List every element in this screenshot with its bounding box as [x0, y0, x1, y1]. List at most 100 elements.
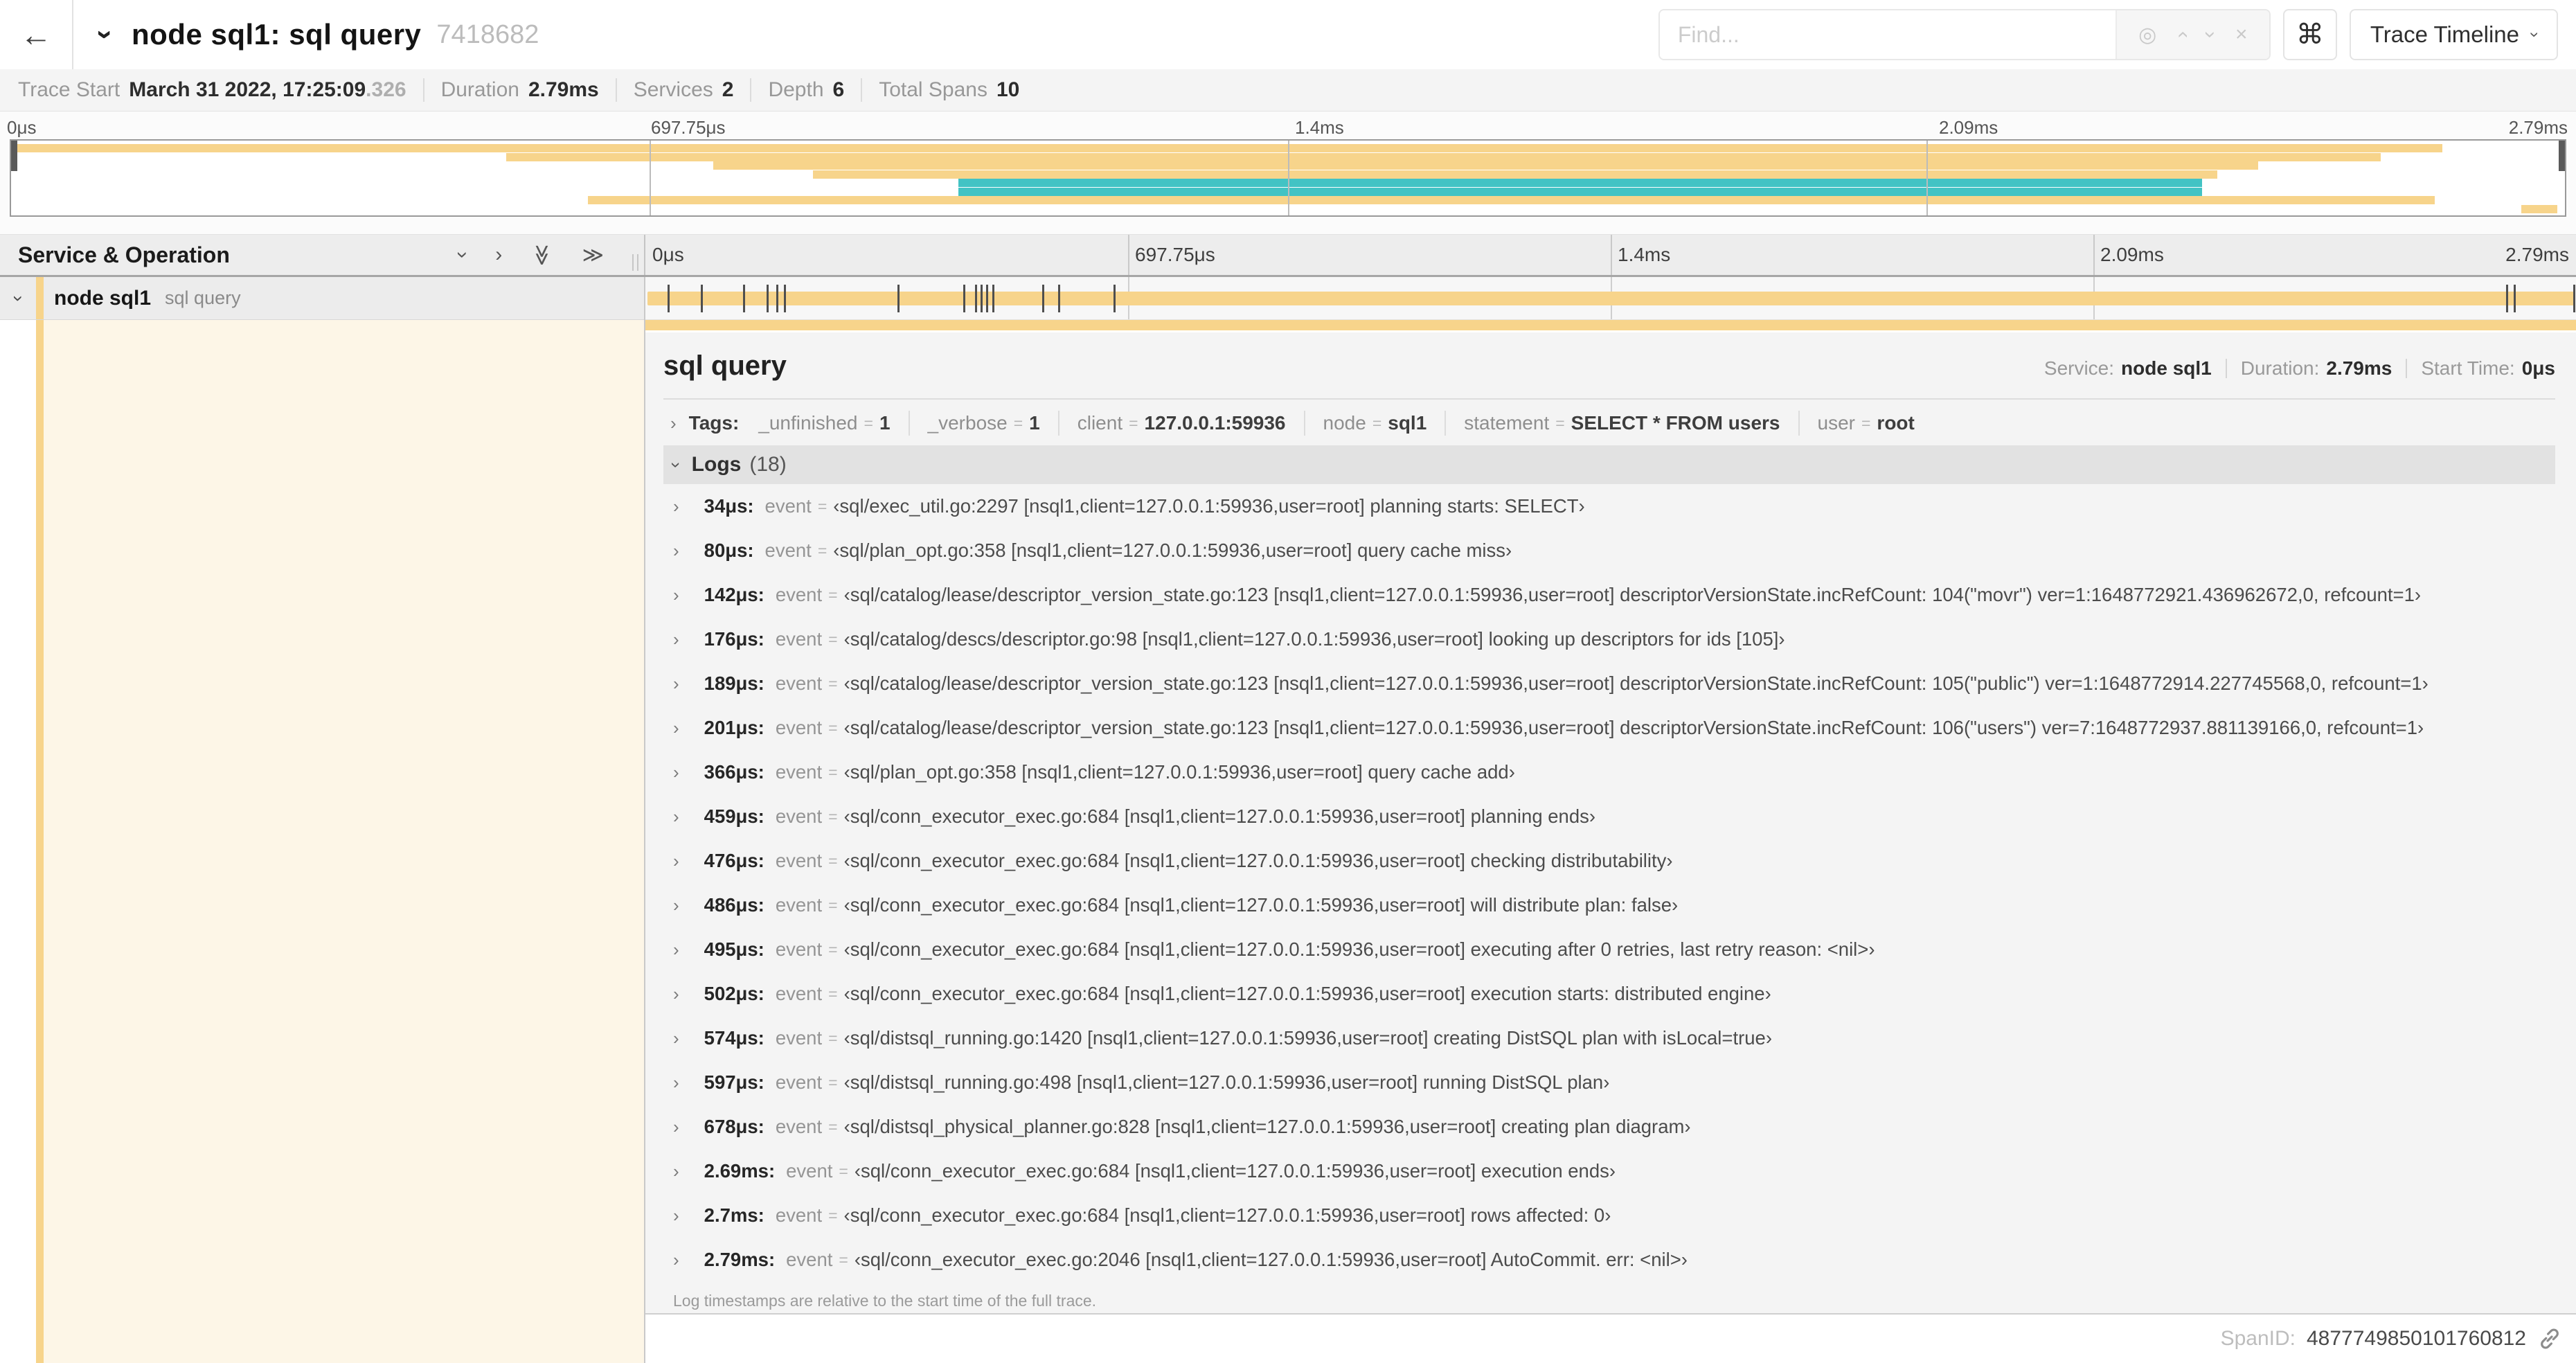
- log-expand-chevron-icon[interactable]: ›: [673, 1072, 679, 1094]
- log-expand-chevron-icon[interactable]: ›: [673, 895, 679, 916]
- prev-match-icon[interactable]: ›: [2170, 31, 2194, 38]
- minimap-right-scrubber-handle[interactable]: [2559, 141, 2565, 171]
- log-entry-row[interactable]: › 486μs: event = ‹sql/conn_executor_exec.go:…: [663, 883, 2555, 927]
- log-entry-row[interactable]: › 597μs: event = ‹sql/distsql_running.go:498…: [663, 1060, 2555, 1105]
- summary-value: 6: [832, 78, 845, 101]
- log-expand-chevron-icon[interactable]: ›: [673, 718, 679, 739]
- log-expand-chevron-icon[interactable]: ›: [673, 673, 679, 695]
- minimap-tick-label: 2.79ms: [2508, 117, 2568, 138]
- log-expand-chevron-icon[interactable]: ›: [673, 629, 679, 650]
- minimap-gridline: [1288, 141, 1289, 215]
- log-expand-chevron-icon[interactable]: ›: [673, 806, 679, 828]
- log-expand-chevron-icon[interactable]: ›: [673, 496, 679, 517]
- log-marker[interactable]: [776, 285, 778, 312]
- log-equals: =: [828, 896, 838, 914]
- divider: [908, 411, 910, 436]
- log-marker[interactable]: [783, 285, 786, 312]
- log-entry-row[interactable]: › 2.79ms: event = ‹sql/conn_executor_exec.go…: [663, 1238, 2555, 1282]
- view-selector-button[interactable]: Trace Timeline ›: [2349, 9, 2558, 60]
- log-marker[interactable]: [1113, 285, 1116, 312]
- log-timestamp: 597μs:: [704, 1071, 764, 1093]
- log-expand-chevron-icon[interactable]: ›: [673, 540, 679, 562]
- detail-row-tint: [44, 320, 644, 1363]
- log-entry-row[interactable]: › 189μs: event = ‹sql/catalog/lease/descript…: [663, 661, 2555, 706]
- log-expand-chevron-icon[interactable]: ›: [673, 1249, 679, 1271]
- logs-footnote: Log timestamps are relative to the start…: [673, 1292, 1097, 1310]
- log-marker[interactable]: [981, 285, 983, 312]
- span-collapse-chevron-icon[interactable]: ›: [8, 295, 29, 301]
- tags-expand-chevron-icon[interactable]: ›: [670, 413, 677, 434]
- log-expand-chevron-icon[interactable]: ›: [673, 1116, 679, 1138]
- back-button[interactable]: ←: [0, 0, 73, 69]
- log-marker[interactable]: [986, 285, 989, 312]
- minimap-tick-label: 2.09ms: [1939, 117, 1998, 138]
- log-entry-row[interactable]: › 476μs: event = ‹sql/conn_executor_exec.go:…: [663, 839, 2555, 883]
- span-row-name-cell[interactable]: › node sql1 sql query: [0, 277, 644, 320]
- log-marker[interactable]: [963, 285, 966, 312]
- log-marker[interactable]: [1057, 285, 1060, 312]
- log-field-key: event: [775, 938, 823, 960]
- clear-find-icon[interactable]: ×: [2235, 23, 2248, 46]
- minimap-canvas[interactable]: [10, 139, 2566, 217]
- minimap-span-bar: [958, 179, 2203, 187]
- log-marker[interactable]: [974, 285, 977, 312]
- tags-row[interactable]: › Tags: _unfinished = 1 _verbose = 1 client = 127.…: [663, 400, 2555, 445]
- keyboard-shortcuts-button[interactable]: ⌘: [2282, 9, 2337, 60]
- log-entry-row[interactable]: › 574μs: event = ‹sql/distsql_running.go:142…: [663, 1016, 2555, 1060]
- collapse-all-icon[interactable]: ≫: [530, 244, 554, 265]
- trace-minimap: 0μs 697.75μs 1.4ms 2.09ms 2.79ms: [0, 112, 2576, 234]
- log-marker[interactable]: [2505, 285, 2508, 312]
- log-entry-row[interactable]: › 502μs: event = ‹sql/conn_executor_exec.go:…: [663, 972, 2555, 1016]
- column-resize-handle[interactable]: [632, 254, 638, 271]
- log-expand-chevron-icon[interactable]: ›: [673, 939, 679, 961]
- focus-match-icon[interactable]: ◎: [2138, 23, 2156, 47]
- log-entry-row[interactable]: › 678μs: event = ‹sql/distsql_physical_plann…: [663, 1105, 2555, 1149]
- expand-one-icon[interactable]: ›: [495, 243, 502, 267]
- next-match-icon[interactable]: ›: [2199, 31, 2222, 38]
- expand-all-icon[interactable]: ≫: [582, 243, 604, 267]
- log-marker[interactable]: [992, 285, 994, 312]
- log-entry-row[interactable]: › 142μs: event = ‹sql/catalog/lease/descript…: [663, 573, 2555, 617]
- log-entry-row[interactable]: › 495μs: event = ‹sql/conn_executor_exec.go:…: [663, 927, 2555, 972]
- span-row-timeline-cell[interactable]: [645, 277, 2576, 320]
- log-marker[interactable]: [743, 285, 746, 312]
- collapse-one-icon[interactable]: ›: [451, 251, 474, 258]
- logs-header[interactable]: › Logs (18): [663, 445, 2555, 484]
- log-expand-chevron-icon[interactable]: ›: [673, 585, 679, 606]
- log-equals: =: [828, 630, 838, 648]
- log-marker[interactable]: [897, 285, 900, 312]
- detail-span-bar[interactable]: [645, 320, 2576, 330]
- trace-body: › node sql1 sql query sql query Service:…: [0, 277, 2576, 1363]
- log-entry-row[interactable]: › 176μs: event = ‹sql/catalog/descs/descript…: [663, 617, 2555, 661]
- log-expand-chevron-icon[interactable]: ›: [673, 1205, 679, 1227]
- divider: [2225, 359, 2227, 378]
- service-color-bar: [36, 320, 44, 1363]
- log-expand-chevron-icon[interactable]: ›: [673, 1028, 679, 1049]
- log-entry-row[interactable]: › 459μs: event = ‹sql/conn_executor_exec.go:…: [663, 794, 2555, 839]
- log-entry-row[interactable]: › 2.69ms: event = ‹sql/conn_executor_exec.go…: [663, 1149, 2555, 1193]
- collapse-trace-chevron-icon[interactable]: ›: [89, 30, 123, 39]
- minimap-left-scrubber-handle[interactable]: [11, 141, 17, 171]
- span-id-row: SpanID: 4877749850101760812: [645, 1315, 2576, 1363]
- log-expand-chevron-icon[interactable]: ›: [673, 850, 679, 872]
- tags-label: Tags:: [688, 412, 740, 434]
- log-entry-row[interactable]: › 34μs: event = ‹sql/exec_util.go:2297 [nsql…: [663, 484, 2555, 528]
- log-entry-row[interactable]: › 201μs: event = ‹sql/catalog/lease/descript…: [663, 706, 2555, 750]
- log-marker[interactable]: [766, 285, 769, 312]
- log-marker[interactable]: [2573, 285, 2576, 312]
- log-marker[interactable]: [668, 285, 670, 312]
- log-expand-chevron-icon[interactable]: ›: [673, 1161, 679, 1182]
- log-marker[interactable]: [2513, 285, 2516, 312]
- summary-label: Depth: [768, 78, 824, 101]
- log-expand-chevron-icon[interactable]: ›: [673, 762, 679, 783]
- log-marker[interactable]: [700, 285, 703, 312]
- span-duration-bar[interactable]: [647, 292, 2574, 305]
- log-expand-chevron-icon[interactable]: ›: [673, 983, 679, 1005]
- link-icon[interactable]: [2537, 1326, 2562, 1351]
- log-entry-row[interactable]: › 366μs: event = ‹sql/plan_opt.go:358 [nsql1…: [663, 750, 2555, 794]
- log-entry-row[interactable]: › 80μs: event = ‹sql/plan_opt.go:358 [nsql1,…: [663, 528, 2555, 573]
- timeline-tick-label: 697.75μs: [1135, 244, 1215, 265]
- find-input[interactable]: [1659, 10, 2116, 59]
- log-entry-row[interactable]: › 2.7ms: event = ‹sql/conn_executor_exec.go:…: [663, 1193, 2555, 1238]
- log-marker[interactable]: [1042, 285, 1045, 312]
